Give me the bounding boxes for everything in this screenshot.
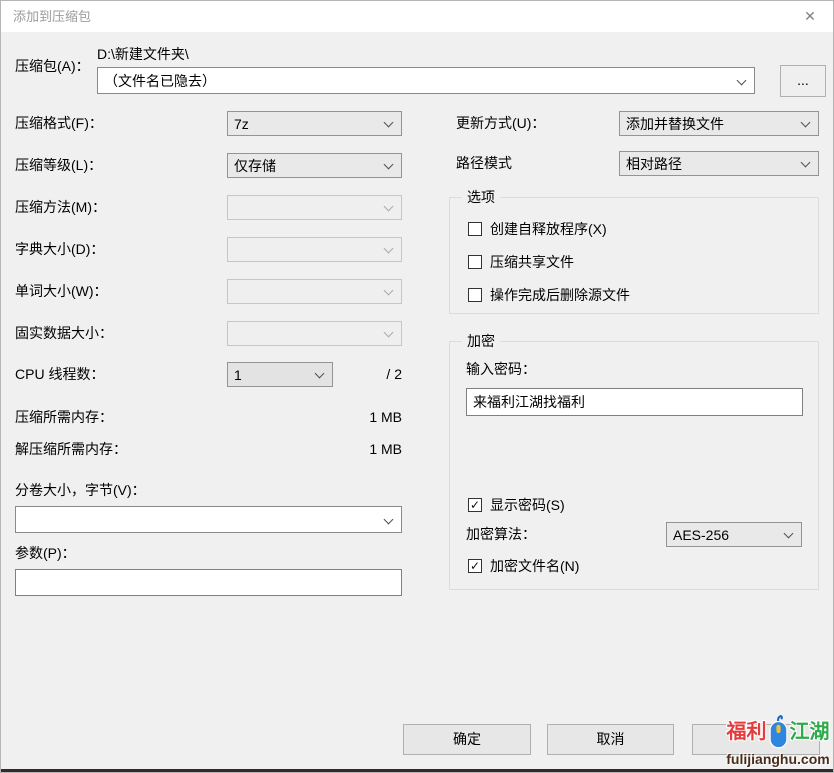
password-input[interactable] bbox=[466, 388, 803, 416]
checkbox-box: ✓ bbox=[468, 559, 482, 573]
chevron-down-icon bbox=[384, 515, 394, 525]
checkbox-box: ✓ bbox=[468, 498, 482, 512]
memory-decompress-value: 1 MB bbox=[301, 437, 402, 462]
dictionary-select bbox=[227, 237, 402, 262]
encryption-method-select[interactable]: AES-256 bbox=[666, 522, 802, 547]
chevron-down-icon bbox=[315, 369, 325, 379]
cpu-threads-value: 1 bbox=[234, 367, 242, 383]
format-label: 压缩格式(F)： bbox=[15, 111, 103, 136]
checkbox-label: 压缩共享文件 bbox=[490, 253, 574, 271]
dictionary-label: 字典大小(D)： bbox=[15, 237, 104, 262]
format-value: 7z bbox=[234, 116, 249, 132]
chevron-down-icon bbox=[801, 118, 811, 128]
encryption-method-label: 加密算法： bbox=[466, 522, 536, 547]
options-group-title: 选项 bbox=[462, 189, 500, 206]
cpu-threads-label: CPU 线程数： bbox=[15, 362, 104, 387]
checkbox-show-password[interactable]: ✓ 显示密码(S) bbox=[468, 496, 565, 514]
background-strip bbox=[1, 769, 833, 772]
archive-label: 压缩包(A)： bbox=[15, 54, 90, 79]
checkbox-box bbox=[468, 255, 482, 269]
chevron-down-icon bbox=[384, 328, 394, 338]
watermark-text-left: 福利 bbox=[727, 712, 767, 752]
checkbox-delete-after[interactable]: 操作完成后删除源文件 bbox=[468, 286, 630, 304]
memory-decompress-label: 解压缩所需内存： bbox=[15, 437, 127, 462]
word-size-label: 单词大小(W)： bbox=[15, 279, 108, 304]
chevron-down-icon bbox=[384, 118, 394, 128]
password-label: 输入密码： bbox=[466, 357, 536, 382]
method-select bbox=[227, 195, 402, 220]
add-to-archive-dialog: 添加到压缩包 ✕ 压缩包(A)： D:\新建文件夹\ （文件名已隐去） ... … bbox=[0, 0, 834, 773]
archive-name-combobox[interactable]: （文件名已隐去） bbox=[97, 67, 755, 94]
update-mode-label: 更新方式(U)： bbox=[456, 111, 545, 136]
level-label: 压缩等级(L)： bbox=[15, 153, 102, 178]
level-select[interactable]: 仅存储 bbox=[227, 153, 402, 178]
checkbox-label: 创建自释放程序(X) bbox=[490, 220, 607, 238]
checkbox-shared-files[interactable]: 压缩共享文件 bbox=[468, 253, 574, 271]
fulijianghu-watermark: 福利 江湖 fulijianghu.com bbox=[721, 712, 834, 767]
checkbox-mark: ✓ bbox=[470, 499, 480, 511]
close-button[interactable]: ✕ bbox=[787, 1, 833, 32]
checkbox-encrypt-filenames[interactable]: ✓ 加密文件名(N) bbox=[468, 557, 579, 575]
solid-block-label: 固实数据大小： bbox=[15, 321, 113, 346]
cpu-threads-select[interactable]: 1 bbox=[227, 362, 333, 387]
volume-size-label: 分卷大小，字节(V)： bbox=[15, 478, 146, 503]
path-mode-label: 路径模式 bbox=[456, 151, 512, 176]
encryption-method-value: AES-256 bbox=[673, 527, 729, 543]
memory-compress-value: 1 MB bbox=[301, 405, 402, 430]
checkbox-label: 显示密码(S) bbox=[490, 496, 565, 514]
checkbox-label: 操作完成后删除源文件 bbox=[490, 286, 630, 304]
update-mode-select[interactable]: 添加并替换文件 bbox=[619, 111, 819, 136]
checkbox-box bbox=[468, 222, 482, 236]
chevron-down-icon bbox=[384, 160, 394, 170]
parameters-input[interactable] bbox=[15, 569, 402, 596]
cancel-button[interactable]: 取消 bbox=[547, 724, 674, 755]
chevron-down-icon bbox=[384, 202, 394, 212]
chevron-down-icon bbox=[384, 286, 394, 296]
checkbox-label: 加密文件名(N) bbox=[490, 557, 579, 575]
parameters-label: 参数(P)： bbox=[15, 541, 76, 566]
chevron-down-icon bbox=[801, 158, 811, 168]
method-label: 压缩方法(M)： bbox=[15, 195, 106, 220]
watermark-domain: fulijianghu.com bbox=[721, 752, 834, 767]
volume-size-combobox[interactable] bbox=[15, 506, 402, 533]
chevron-down-icon bbox=[737, 76, 747, 86]
format-select[interactable]: 7z bbox=[227, 111, 402, 136]
encryption-group-title: 加密 bbox=[462, 333, 500, 350]
path-mode-value: 相对路径 bbox=[626, 154, 682, 174]
checkbox-mark: ✓ bbox=[470, 560, 480, 572]
update-mode-value: 添加并替换文件 bbox=[626, 114, 724, 134]
titlebar: 添加到压缩包 ✕ bbox=[1, 1, 833, 32]
checkbox-box bbox=[468, 288, 482, 302]
checkbox-create-sfx[interactable]: 创建自释放程序(X) bbox=[468, 220, 607, 238]
archive-name-value: （文件名已隐去） bbox=[104, 71, 216, 91]
word-size-select bbox=[227, 279, 402, 304]
memory-compress-label: 压缩所需内存： bbox=[15, 405, 113, 430]
chevron-down-icon bbox=[384, 244, 394, 254]
browse-button[interactable]: ... bbox=[780, 65, 826, 97]
path-mode-select[interactable]: 相对路径 bbox=[619, 151, 819, 176]
solid-block-select bbox=[227, 321, 402, 346]
watermark-text-right: 江湖 bbox=[790, 712, 830, 752]
window-title: 添加到压缩包 bbox=[13, 1, 91, 32]
ok-button[interactable]: 确定 bbox=[403, 724, 531, 755]
chevron-down-icon bbox=[784, 529, 794, 539]
mouse-icon bbox=[768, 713, 789, 749]
archive-dir-path: D:\新建文件夹\ bbox=[97, 45, 189, 63]
cpu-threads-max: / 2 bbox=[331, 362, 402, 387]
level-value: 仅存储 bbox=[234, 156, 276, 176]
watermark-logo-row: 福利 江湖 bbox=[721, 712, 834, 752]
